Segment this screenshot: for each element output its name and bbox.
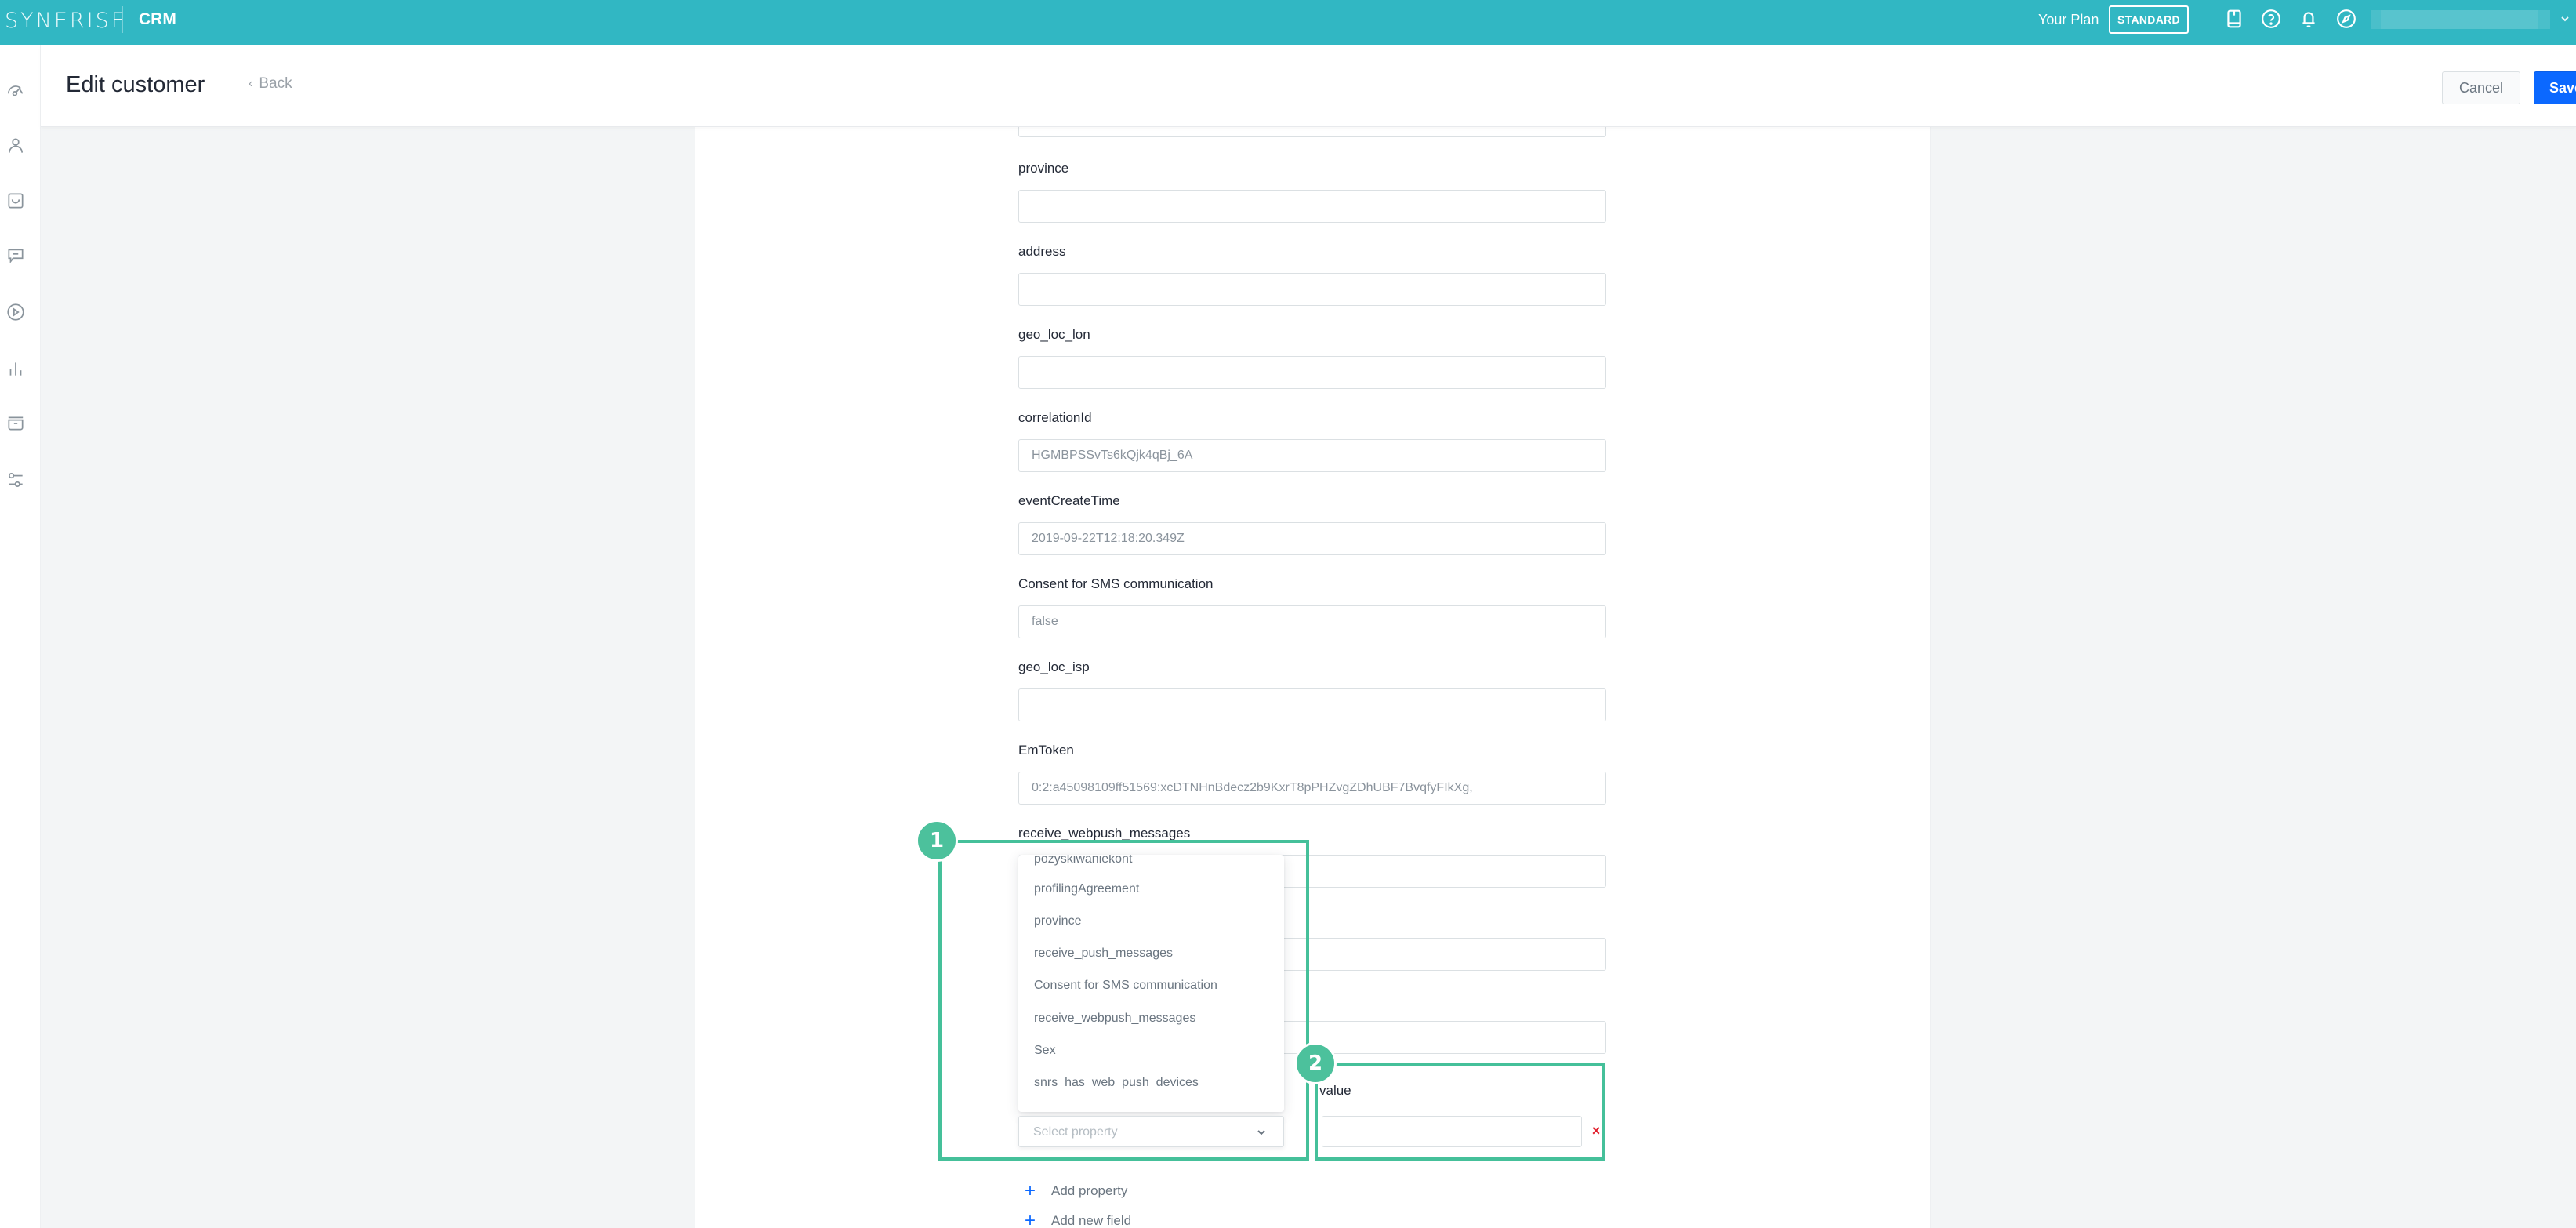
field-sms-consent: Consent for SMS communication	[1018, 576, 1606, 638]
field-label: geo_loc_isp	[1018, 659, 1090, 674]
sidebar	[0, 45, 41, 1228]
field-label: province	[1018, 161, 1069, 176]
app-name: CRM	[139, 10, 176, 28]
sms-consent-input[interactable]	[1018, 605, 1606, 638]
back-link[interactable]: ‹ Back	[249, 74, 292, 94]
plus-icon: +	[1024, 1210, 1036, 1228]
settings-sliders-icon[interactable]	[5, 469, 27, 491]
user-account-name[interactable]	[2371, 10, 2550, 29]
field-event-create-time: eventCreateTime	[1018, 492, 1606, 555]
field-province: province	[1018, 160, 1606, 223]
em-token-input[interactable]	[1018, 772, 1606, 805]
page-title: Edit customer	[66, 72, 205, 97]
chevron-left-icon: ‹	[249, 77, 253, 90]
help-icon[interactable]	[2260, 8, 2282, 30]
play-icon[interactable]	[5, 301, 27, 323]
field-label: correlationId	[1018, 410, 1092, 425]
select-placeholder: Select property	[1033, 1125, 1118, 1139]
dropdown-option[interactable]: Consent for SMS communication	[1034, 977, 1217, 994]
field-geo-loc-isp: geo_loc_isp	[1018, 659, 1606, 721]
dashboard-gauge-icon[interactable]	[5, 80, 27, 102]
field-correlation-id: correlationId	[1018, 409, 1606, 472]
geo-loc-isp-input[interactable]	[1018, 688, 1606, 721]
province-input[interactable]	[1018, 190, 1606, 223]
field-label: address	[1018, 244, 1066, 259]
field-em-token: EmToken	[1018, 742, 1606, 805]
logo-divider	[122, 6, 123, 33]
field-label: EmToken	[1018, 743, 1074, 758]
field-label: receive_webpush_messages	[1018, 826, 1191, 841]
inbox-icon[interactable]	[5, 190, 27, 212]
correlation-id-input[interactable]	[1018, 439, 1606, 472]
cancel-button[interactable]: Cancel	[2442, 71, 2520, 104]
property-select[interactable]: Select property	[1018, 1116, 1284, 1147]
property-dropdown-menu: pozyskiwaniekont profilingAgreement prov…	[1018, 855, 1284, 1112]
compass-icon[interactable]	[2335, 8, 2357, 30]
value-input[interactable]	[1322, 1116, 1582, 1147]
geo-loc-lon-input[interactable]	[1018, 356, 1606, 389]
back-label: Back	[259, 75, 292, 92]
address-input[interactable]	[1018, 273, 1606, 306]
top-bar: SYNERISE CRM Your Plan STANDARD	[0, 0, 2576, 45]
add-property-button[interactable]: + Add property	[1023, 1180, 1128, 1201]
save-button[interactable]: Save	[2534, 71, 2576, 104]
plan-badge[interactable]: STANDARD	[2109, 5, 2189, 34]
field-address: address	[1018, 243, 1606, 306]
chat-icon[interactable]	[5, 245, 27, 267]
analytics-bars-icon[interactable]	[5, 358, 27, 380]
chevron-down-icon[interactable]	[2557, 11, 2573, 27]
field-label: eventCreateTime	[1018, 493, 1120, 508]
bell-icon[interactable]	[2298, 8, 2320, 30]
dropdown-option[interactable]: receive_webpush_messages	[1034, 1010, 1195, 1027]
plan-label: Your Plan	[2038, 12, 2099, 27]
add-new-field-label: Add new field	[1051, 1213, 1132, 1228]
dropdown-option[interactable]: province	[1034, 913, 1081, 930]
dropdown-option[interactable]: profilingAgreement	[1034, 881, 1139, 898]
annotation-badge-2: 2	[1294, 1042, 1337, 1084]
field-geo-loc-lon: geo_loc_lon	[1018, 326, 1606, 389]
dropdown-option[interactable]: snrs_has_web_push_devices	[1034, 1074, 1199, 1092]
user-icon[interactable]	[5, 135, 27, 157]
annotation-badge-1: 1	[916, 819, 958, 862]
page-header: Edit customer ‹ Back Cancel Save	[41, 45, 2576, 127]
event-create-time-input[interactable]	[1018, 522, 1606, 555]
dropdown-option[interactable]: Sex	[1034, 1042, 1056, 1059]
book-icon[interactable]	[2223, 8, 2245, 30]
field-label: Consent for SMS communication	[1018, 576, 1214, 591]
catalog-box-icon[interactable]	[5, 412, 27, 434]
chevron-down-icon	[1257, 1130, 1265, 1135]
synerise-logo[interactable]: SYNERISE	[5, 6, 127, 36]
add-new-field-button[interactable]: + Add new field	[1023, 1212, 1131, 1228]
field-label: geo_loc_lon	[1018, 327, 1090, 342]
plus-icon: +	[1024, 1180, 1036, 1201]
dropdown-option[interactable]: receive_push_messages	[1034, 945, 1173, 962]
dropdown-option[interactable]: pozyskiwaniekont	[1034, 855, 1132, 868]
add-property-label: Add property	[1051, 1183, 1128, 1198]
field-receive-webpush: receive_webpush_messages	[1018, 825, 1606, 888]
remove-row-icon[interactable]: ×	[1589, 1122, 1603, 1139]
value-label: value	[1319, 1083, 1351, 1098]
